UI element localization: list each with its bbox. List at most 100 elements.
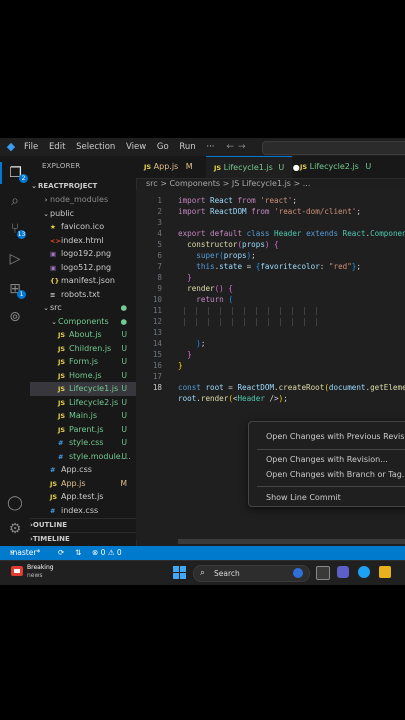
- remote-explorer-icon[interactable]: ⊚: [3, 306, 27, 328]
- nav-forward-icon[interactable]: →: [238, 142, 246, 152]
- menu-more[interactable]: ···: [206, 142, 214, 152]
- sync-icon[interactable]: ⟳: [58, 546, 64, 560]
- outline-section[interactable]: ›OUTLINE: [30, 518, 136, 531]
- indent-guide: [232, 307, 233, 315]
- menu-run[interactable]: Run: [179, 142, 195, 152]
- breadcrumb[interactable]: src > Components > JS Lifecycle1.js > ..…: [146, 179, 310, 188]
- line-number: 1: [157, 196, 162, 205]
- tree-item-label: Form.js: [69, 357, 99, 366]
- tree-item[interactable]: JS Main.js U: [30, 409, 136, 423]
- news-title: Breaking: [27, 564, 54, 571]
- tree-item[interactable]: ≡ robots.txt: [30, 288, 136, 302]
- chevron-down-icon: ⌄: [43, 304, 49, 312]
- line-number: 7: [157, 262, 162, 271]
- outline-label: OUTLINE: [32, 521, 68, 529]
- menu-show-line-commit[interactable]: Show Line Commit: [266, 493, 341, 502]
- line-number: 6: [157, 251, 162, 260]
- taskbar-search[interactable]: ⌕ Search: [193, 565, 310, 582]
- tree-item[interactable]: <>index.html: [30, 234, 136, 248]
- tab-lifecycle2-js[interactable]: JS Lifecycle2.js U: [292, 156, 405, 178]
- menu-open-changes-revision[interactable]: Open Changes with Revision...: [266, 455, 388, 464]
- code-line-13: );: [196, 339, 206, 348]
- tree-item[interactable]: # style.module.... U: [30, 450, 136, 464]
- status-dot-icon: ●: [120, 316, 127, 326]
- tab-status: U: [278, 163, 285, 172]
- menu-open-changes-previous[interactable]: Open Changes with Previous Revision: [266, 432, 405, 441]
- account-icon[interactable]: ◯: [3, 492, 27, 514]
- indent-guide: [268, 307, 269, 315]
- file-explorer-icon[interactable]: [379, 566, 391, 578]
- horizontal-scrollbar[interactable]: [178, 539, 405, 544]
- line-number: 15: [152, 350, 162, 359]
- nav-back-icon[interactable]: ←: [226, 142, 234, 152]
- git-status: U: [121, 438, 128, 447]
- tree-item[interactable]: JS Form.js U: [30, 355, 136, 369]
- problems-indicator[interactable]: ⊗ 0 ⚠ 0: [92, 546, 122, 560]
- tab-lifecycle1-js[interactable]: JS Lifecycle1.js U ●: [206, 156, 300, 178]
- windows-start-icon[interactable]: [173, 566, 186, 579]
- tab-app-js[interactable]: JS App.js M: [136, 156, 206, 178]
- tree-item[interactable]: › node_modules: [30, 193, 136, 207]
- code-line-10: return (: [196, 295, 233, 304]
- tree-item[interactable]: ⌄src ●: [30, 301, 136, 315]
- tree-item[interactable]: JS About.js U: [30, 328, 136, 342]
- git-status: U: [121, 330, 128, 339]
- line-number: 12: [152, 317, 162, 326]
- menu-selection[interactable]: Selection: [76, 142, 115, 152]
- tree-item[interactable]: JS Children.js U: [30, 342, 136, 356]
- code-line-1: import React from 'react';: [178, 196, 297, 205]
- tree-item[interactable]: JS Home.js U: [30, 369, 136, 383]
- tree-item[interactable]: ▣ logo512.png: [30, 261, 136, 275]
- timeline-section[interactable]: ›TIMELINE: [30, 532, 136, 545]
- tree-item-label: Lifecycle1.js: [69, 384, 119, 393]
- indent-guide: [304, 318, 305, 326]
- settings-gear-icon[interactable]: ⚙: [3, 518, 27, 540]
- menu-file[interactable]: File: [24, 142, 38, 152]
- search-icon[interactable]: ⌕: [3, 190, 27, 212]
- chevron-down-icon: ⌄: [43, 209, 49, 218]
- js-file-icon: JS: [58, 385, 66, 393]
- code-line-7: this.state = {favoritecolor: "red"};: [196, 262, 361, 271]
- tree-item[interactable]: ▣ logo192.png: [30, 247, 136, 261]
- tree-item[interactable]: JS Lifecycle2.js U: [30, 396, 136, 410]
- tree-item-label: public: [50, 208, 75, 218]
- news-icon[interactable]: [10, 564, 24, 578]
- tree-item-label: Children.js: [69, 343, 112, 353]
- code-line-8: }: [187, 273, 192, 282]
- tree-item[interactable]: # style.css U: [30, 436, 136, 450]
- tree-item[interactable]: # App.css: [30, 463, 136, 477]
- tab-label: Lifecycle2.js: [309, 162, 359, 171]
- explorer-icon[interactable]: ❐ 2: [0, 162, 29, 184]
- tree-item[interactable]: # index.css: [30, 504, 136, 518]
- tree-item-label: index.html: [61, 235, 104, 245]
- menu-view[interactable]: View: [126, 142, 146, 152]
- line-number: 16: [152, 361, 162, 370]
- tree-item[interactable]: JS Lifecycle1.js U: [30, 382, 136, 396]
- tree-item[interactable]: JS App.js M: [30, 477, 136, 491]
- code-line-9: render() {: [187, 284, 233, 293]
- task-view-icon[interactable]: [316, 566, 330, 580]
- tree-item[interactable]: JS App.test.js: [30, 490, 136, 504]
- menu-open-changes-branch[interactable]: Open Changes with Branch or Tag...: [266, 470, 405, 479]
- source-control-badge: 13: [17, 230, 26, 239]
- json-file-icon: {}: [50, 277, 60, 285]
- menu-edit[interactable]: Edit: [49, 142, 65, 152]
- run-debug-icon[interactable]: ▷: [3, 248, 27, 270]
- git-status: U: [121, 451, 128, 461]
- tree-item[interactable]: ★ favicon.ico: [30, 220, 136, 234]
- tree-item[interactable]: ⌄Components ●: [30, 315, 136, 329]
- command-center[interactable]: [262, 141, 405, 155]
- publish-icon[interactable]: ⇅: [75, 546, 81, 560]
- chevron-down-icon: ⌄: [51, 317, 57, 326]
- extensions-icon[interactable]: ⊞ 1: [3, 278, 27, 300]
- edge-icon[interactable]: [358, 566, 370, 578]
- project-folder[interactable]: ⌄REACTPROJECT: [30, 180, 136, 194]
- menu-go[interactable]: Go: [157, 142, 169, 152]
- tree-item[interactable]: {} manifest.json: [30, 274, 136, 288]
- teams-icon[interactable]: [337, 566, 349, 578]
- tree-item[interactable]: JS Parent.js U: [30, 423, 136, 437]
- git-status: U: [121, 397, 128, 407]
- source-control-icon[interactable]: ⑂ 13: [3, 218, 27, 240]
- tree-item[interactable]: ⌄public: [30, 207, 136, 221]
- editor-tabs: JS App.js M JS Lifecycle1.js U ● JS Life…: [136, 156, 405, 179]
